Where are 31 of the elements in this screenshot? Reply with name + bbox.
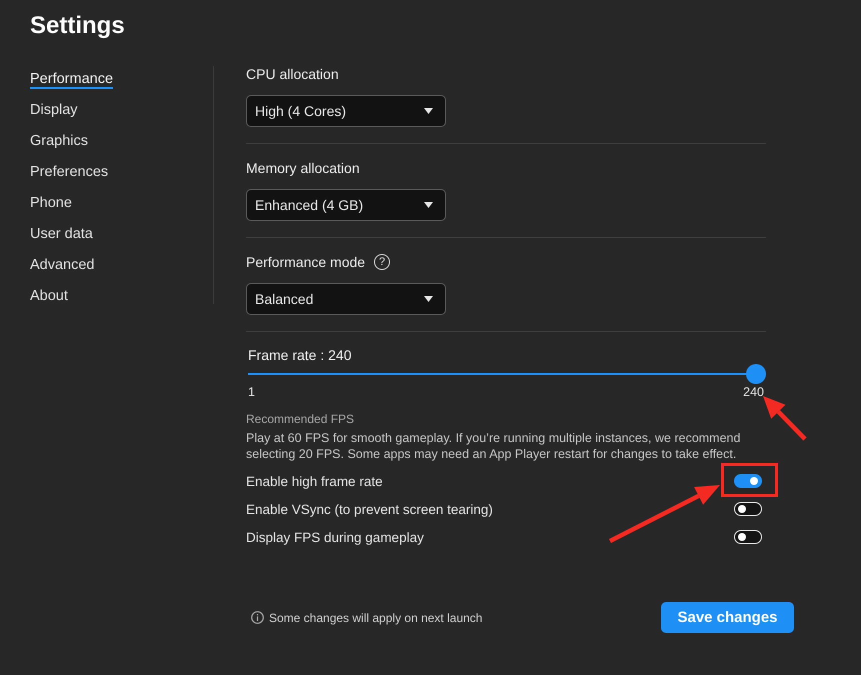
sidebar-item[interactable]: Phone xyxy=(30,188,72,219)
sidebar-item[interactable]: Display xyxy=(30,95,78,126)
slider-max-label: 240 xyxy=(743,384,764,400)
slider-label: Frame rate : 240 xyxy=(248,346,352,364)
hint-title: Recommended FPS xyxy=(246,411,354,427)
dropdown[interactable]: High (4 Cores) xyxy=(246,95,446,127)
info-icon xyxy=(251,611,264,624)
caret-down-icon xyxy=(424,296,433,302)
sidebar-item[interactable]: Advanced xyxy=(30,250,94,281)
setting-label: Enable VSync (to prevent screen tearing) xyxy=(246,502,493,516)
toggle-switch[interactable] xyxy=(734,474,762,488)
sidebar-item[interactable]: About xyxy=(30,281,68,312)
sidebar-item[interactable]: User data xyxy=(30,219,93,250)
hint-text: Play at 60 FPS for smooth gameplay. If you’re running multiple instances, we recommend selecting 20 FPS. Some apps may need an App Player restart for changes to take effect. xyxy=(246,430,742,462)
launch-note: Some changes will apply on next launch xyxy=(269,610,482,624)
dropdown[interactable]: Enhanced (4 GB) xyxy=(246,189,446,221)
setting-label: CPU allocation xyxy=(246,65,339,84)
caret-down-icon xyxy=(424,202,433,208)
window-title: Settings xyxy=(30,11,125,41)
sidebar-item[interactable]: Graphics xyxy=(30,126,88,157)
setting-label: Display FPS during gameplay xyxy=(246,530,424,544)
slider-min-label: 1 xyxy=(248,384,255,400)
slider-thumb[interactable] xyxy=(746,364,766,384)
setting-label: Performance mode xyxy=(246,253,366,272)
help-button[interactable]: ? xyxy=(374,254,390,270)
sidebar-item[interactable]: Preferences xyxy=(30,157,108,188)
setting-label: Memory allocation xyxy=(246,159,360,178)
caret-down-icon xyxy=(424,108,433,114)
dropdown[interactable]: Balanced xyxy=(246,283,446,315)
setting-label: Enable high frame rate xyxy=(246,474,383,488)
sidebar-item[interactable]: Performance xyxy=(30,64,114,95)
